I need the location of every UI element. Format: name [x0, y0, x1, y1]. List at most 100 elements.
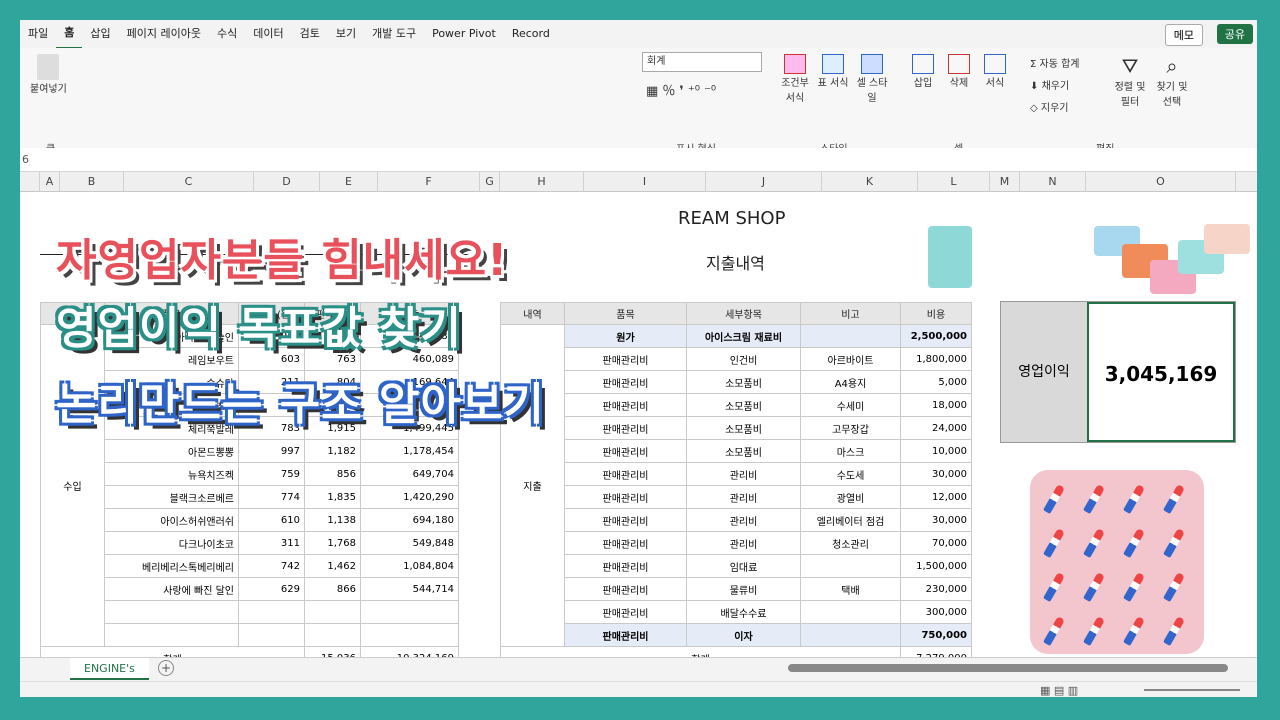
memo-button[interactable]: 메모	[1164, 24, 1203, 46]
note-cell[interactable]	[800, 554, 901, 578]
fill-button[interactable]: ⬇ 채우기	[1030, 76, 1079, 98]
number-format-select[interactable]: 회계	[642, 52, 762, 72]
note-cell[interactable]: 택배	[800, 577, 901, 601]
qty-cell[interactable]: 1,462	[304, 554, 361, 578]
select-all-corner[interactable]	[20, 172, 40, 192]
cost-cell[interactable]: 70,000	[900, 531, 972, 555]
detail-cell[interactable]: 관리비	[686, 531, 801, 555]
column-header[interactable]: O	[1086, 172, 1236, 192]
view-mode-icons[interactable]: ▦ ▤ ▥	[1040, 684, 1078, 697]
autosum-button[interactable]: Σ 자동 합계	[1030, 54, 1079, 76]
number-format-icons[interactable]: ▦ ％ ❜ ⁺⁰ ⁻⁰	[646, 80, 716, 99]
tab-1[interactable]: 홈	[56, 20, 83, 49]
column-header[interactable]: I	[584, 172, 706, 192]
note-cell[interactable]: 청소관리	[800, 531, 901, 555]
item-cell[interactable]: 뉴욕치즈켁	[104, 462, 239, 486]
tab-4[interactable]: 수식	[209, 20, 245, 48]
category-cell[interactable]: 판매관리비	[564, 554, 687, 578]
cost-cell[interactable]: 1,800,000	[900, 347, 972, 371]
category-cell[interactable]: 판매관리비	[564, 600, 687, 624]
price-cell[interactable]: 742	[238, 554, 305, 578]
qty-cell[interactable]: 856	[304, 462, 361, 486]
price-cell[interactable]	[238, 623, 305, 647]
column-header[interactable]: C	[124, 172, 254, 192]
detail-cell[interactable]: 임대료	[686, 554, 801, 578]
category-cell[interactable]: 판매관리비	[564, 531, 687, 555]
tab-9[interactable]: Power Pivot	[424, 20, 504, 48]
item-cell[interactable]: 블랙크소르베르	[104, 485, 239, 509]
sales-cell[interactable]: 1,420,290	[360, 485, 459, 509]
cost-cell[interactable]: 5,000	[900, 370, 972, 394]
item-cell[interactable]: 베리베리스톡베리베리	[104, 554, 239, 578]
delete-cells-button[interactable]: 삭제	[944, 54, 974, 89]
sales-cell[interactable]: 1,178,454	[360, 439, 459, 463]
cost-cell[interactable]: 30,000	[900, 508, 972, 532]
qty-cell[interactable]: 866	[304, 577, 361, 601]
note-cell[interactable]	[800, 600, 901, 624]
find-select-button[interactable]: ⌕ 찾기 및 선택	[1152, 54, 1192, 108]
note-cell[interactable]: 엘리베이터 점검	[800, 508, 901, 532]
column-header[interactable]: K	[822, 172, 918, 192]
format-cells-button[interactable]: 서식	[980, 54, 1010, 89]
item-cell[interactable]: 아이스허쉬앤러쉬	[104, 508, 239, 532]
item-cell[interactable]: 사랑에 빠진 달인	[104, 577, 239, 601]
horizontal-scrollbar[interactable]	[788, 664, 1228, 672]
detail-cell[interactable]: 아이스크림 재료비	[686, 324, 801, 348]
price-cell[interactable]: 311	[238, 531, 305, 555]
column-header[interactable]: M	[990, 172, 1020, 192]
qty-cell[interactable]: 1,138	[304, 508, 361, 532]
detail-cell[interactable]: 관리비	[686, 508, 801, 532]
column-header[interactable]: D	[254, 172, 320, 192]
item-cell[interactable]	[104, 623, 239, 647]
zoom-slider[interactable]	[1144, 689, 1240, 691]
price-cell[interactable]: 610	[238, 508, 305, 532]
cost-cell[interactable]: 230,000	[900, 577, 972, 601]
price-cell[interactable]: 997	[238, 439, 305, 463]
note-cell[interactable]	[800, 623, 901, 647]
qty-cell[interactable]	[304, 600, 361, 624]
share-button[interactable]: 공유	[1216, 24, 1253, 44]
operating-income-value[interactable]: 3,045,169	[1087, 302, 1235, 442]
note-cell[interactable]: 아르바이트	[800, 347, 901, 371]
category-cell[interactable]: 판매관리비	[564, 623, 687, 647]
category-cell[interactable]: 판매관리비	[564, 393, 687, 417]
note-cell[interactable]: 고무장갑	[800, 416, 901, 440]
column-header[interactable]: N	[1020, 172, 1086, 192]
cost-cell[interactable]: 2,500,000	[900, 324, 972, 348]
qty-cell[interactable]: 1,768	[304, 531, 361, 555]
tab-7[interactable]: 보기	[328, 20, 364, 48]
column-header[interactable]: G	[480, 172, 500, 192]
detail-cell[interactable]: 소모품비	[686, 393, 801, 417]
sales-cell[interactable]: 544,714	[360, 577, 459, 601]
category-cell[interactable]: 판매관리비	[564, 577, 687, 601]
category-cell[interactable]: 판매관리비	[564, 462, 687, 486]
item-cell[interactable]: 다크나이초코	[104, 531, 239, 555]
tab-5[interactable]: 데이터	[245, 20, 291, 48]
detail-cell[interactable]: 배달수수료	[686, 600, 801, 624]
tab-6[interactable]: 검토	[292, 20, 328, 48]
column-header[interactable]: F	[378, 172, 480, 192]
paste-button[interactable]: 붙여넣기	[30, 54, 67, 95]
detail-cell[interactable]: 이자	[686, 623, 801, 647]
note-cell[interactable]: A4용지	[800, 370, 901, 394]
cell-style-button[interactable]: 셀 스타일	[854, 54, 890, 104]
detail-cell[interactable]: 소모품비	[686, 370, 801, 394]
sales-cell[interactable]	[360, 600, 459, 624]
sales-cell[interactable]: 694,180	[360, 508, 459, 532]
note-cell[interactable]	[800, 324, 901, 348]
cost-cell[interactable]: 12,000	[900, 485, 972, 509]
tab-8[interactable]: 개발 도구	[364, 20, 424, 48]
column-header[interactable]: J	[706, 172, 822, 192]
price-cell[interactable]: 774	[238, 485, 305, 509]
column-header[interactable]: H	[500, 172, 584, 192]
conditional-format-button[interactable]: 조건부 서식	[777, 54, 813, 104]
insert-cells-button[interactable]: 삽입	[908, 54, 938, 89]
detail-cell[interactable]: 관리비	[686, 485, 801, 509]
qty-cell[interactable]	[304, 623, 361, 647]
worksheet[interactable]: REAM SHOP 수입내역 지출내역 내역 품목 g/단가(원) 판매(g) 매출 수입…	[20, 192, 1257, 670]
table-format-button[interactable]: 표 서식	[815, 54, 851, 89]
detail-cell[interactable]: 소모품비	[686, 416, 801, 440]
category-cell[interactable]: 판매관리비	[564, 416, 687, 440]
sheet-tab-engines[interactable]: ENGINE's	[70, 658, 149, 680]
cost-cell[interactable]: 30,000	[900, 462, 972, 486]
